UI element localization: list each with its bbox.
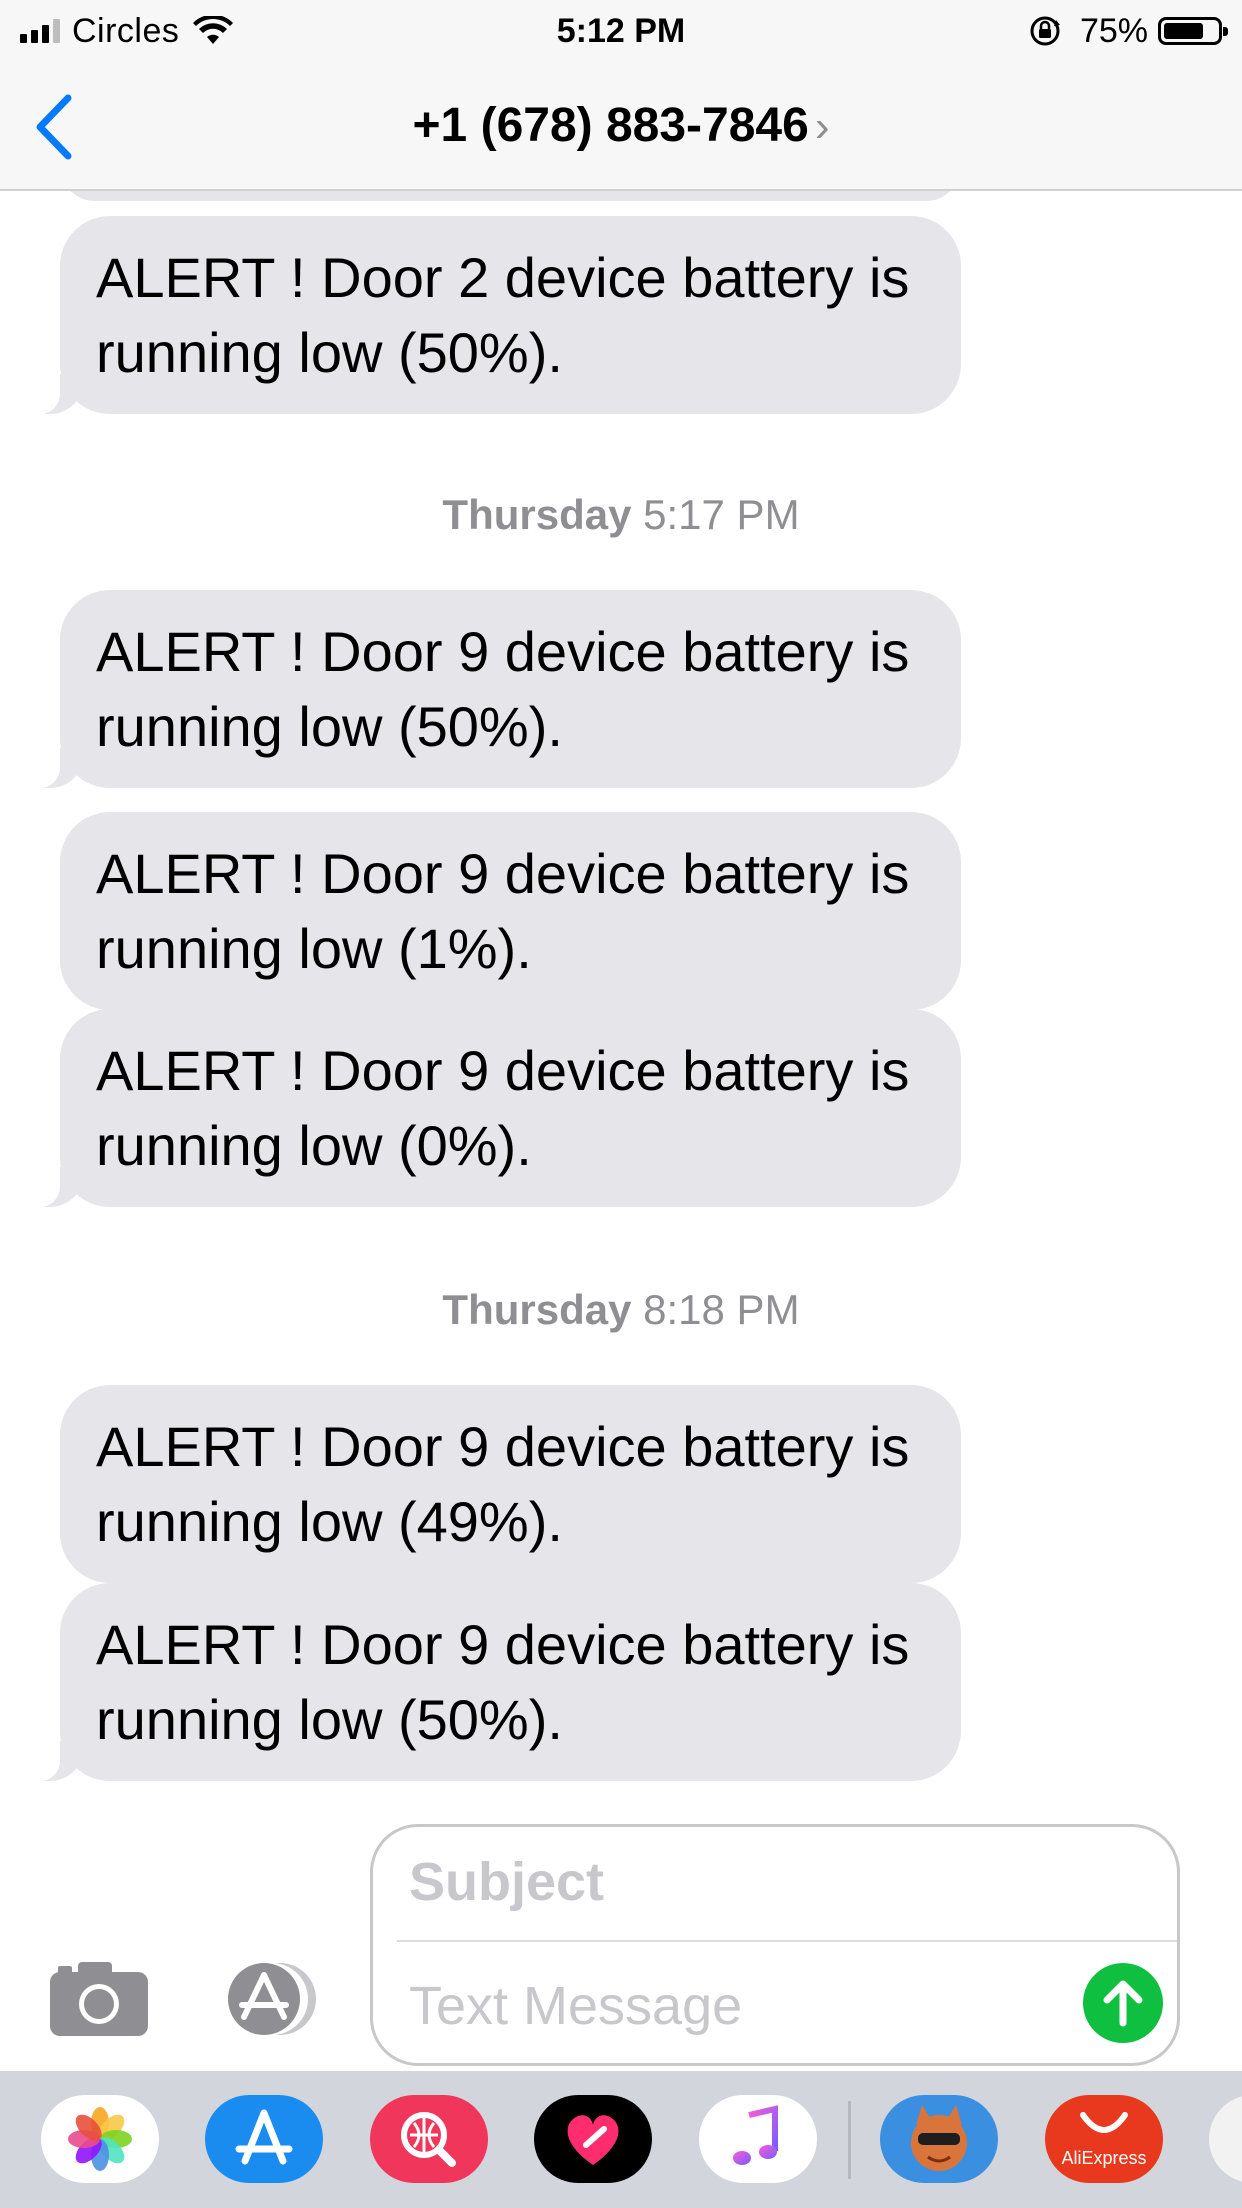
battery-percent: 75% [1079, 11, 1148, 50]
arrow-up-icon [1103, 1980, 1143, 2027]
timestamp: Thursday 5:17 PM [0, 491, 1242, 539]
aliexpress-label: AliExpress [1061, 2148, 1147, 2168]
text-message-field[interactable]: Text Message [409, 1975, 742, 2037]
message-text: ALERT ! Door 2 device battery is running… [96, 246, 910, 384]
app-drawer: AliExpress [0, 2071, 1242, 2208]
search-web-icon[interactable] [370, 2095, 488, 2183]
music-icon[interactable] [699, 2095, 817, 2183]
timestamp-day: Thursday [442, 1286, 632, 1333]
message-bubble-partial [60, 191, 961, 201]
timestamp-time: 8:18 PM [643, 1286, 800, 1333]
timestamp-day: Thursday [442, 491, 632, 538]
composer: Subject Text Message [0, 1816, 1242, 2071]
message-bubble[interactable]: ALERT ! Door 9 device battery is running… [60, 812, 961, 1010]
message-text: ALERT ! Door 9 device battery is running… [96, 842, 910, 980]
contact-number: +1 (678) 883-7846 [412, 99, 809, 152]
conversation-view[interactable]: ALERT ! Door 2 device battery is running… [0, 191, 1242, 1816]
input-divider [397, 1940, 1177, 1942]
timestamp: Thursday 8:18 PM [0, 1286, 1242, 1334]
app-store-icon[interactable] [210, 1961, 318, 2037]
chevron-right-icon: › [814, 102, 830, 151]
camera-icon[interactable] [50, 1962, 148, 2036]
message-bubble[interactable]: ALERT ! Door 9 device battery is running… [26, 1009, 961, 1207]
more-apps-icon[interactable] [1209, 2095, 1242, 2183]
message-text: ALERT ! Door 9 device battery is running… [96, 1415, 910, 1553]
message-input[interactable]: Subject Text Message [370, 1824, 1180, 2066]
message-bubble[interactable]: ALERT ! Door 9 device battery is running… [26, 1583, 961, 1781]
battery-icon [1158, 17, 1228, 45]
message-text: ALERT ! Door 9 device battery is running… [96, 620, 910, 758]
status-bar: Circles 5:12 PM 75% [0, 0, 1242, 62]
app-store-icon[interactable] [205, 2095, 323, 2183]
message-bubble[interactable]: ALERT ! Door 9 device battery is running… [60, 1385, 961, 1583]
send-button[interactable] [1083, 1963, 1163, 2043]
message-text: ALERT ! Door 9 device battery is running… [96, 1039, 910, 1177]
rotation-lock-icon [1030, 16, 1060, 46]
message-text: ALERT ! Door 9 device battery is running… [96, 1613, 910, 1751]
timestamp-time: 5:17 PM [643, 491, 800, 538]
digital-touch-heart-icon[interactable] [534, 2095, 652, 2183]
subject-field[interactable]: Subject [409, 1851, 604, 1913]
game-character-icon[interactable] [880, 2095, 998, 2183]
drawer-separator [848, 2101, 851, 2179]
photos-icon[interactable] [41, 2095, 159, 2183]
contact-title[interactable]: +1 (678) 883-7846 › [0, 98, 1242, 153]
nav-bar: +1 (678) 883-7846 › [0, 62, 1242, 191]
aliexpress-icon[interactable]: AliExpress [1045, 2095, 1163, 2183]
message-bubble[interactable]: ALERT ! Door 9 device battery is running… [26, 590, 961, 788]
battery-fill [1164, 23, 1203, 39]
message-bubble[interactable]: ALERT ! Door 2 device battery is running… [26, 216, 961, 414]
